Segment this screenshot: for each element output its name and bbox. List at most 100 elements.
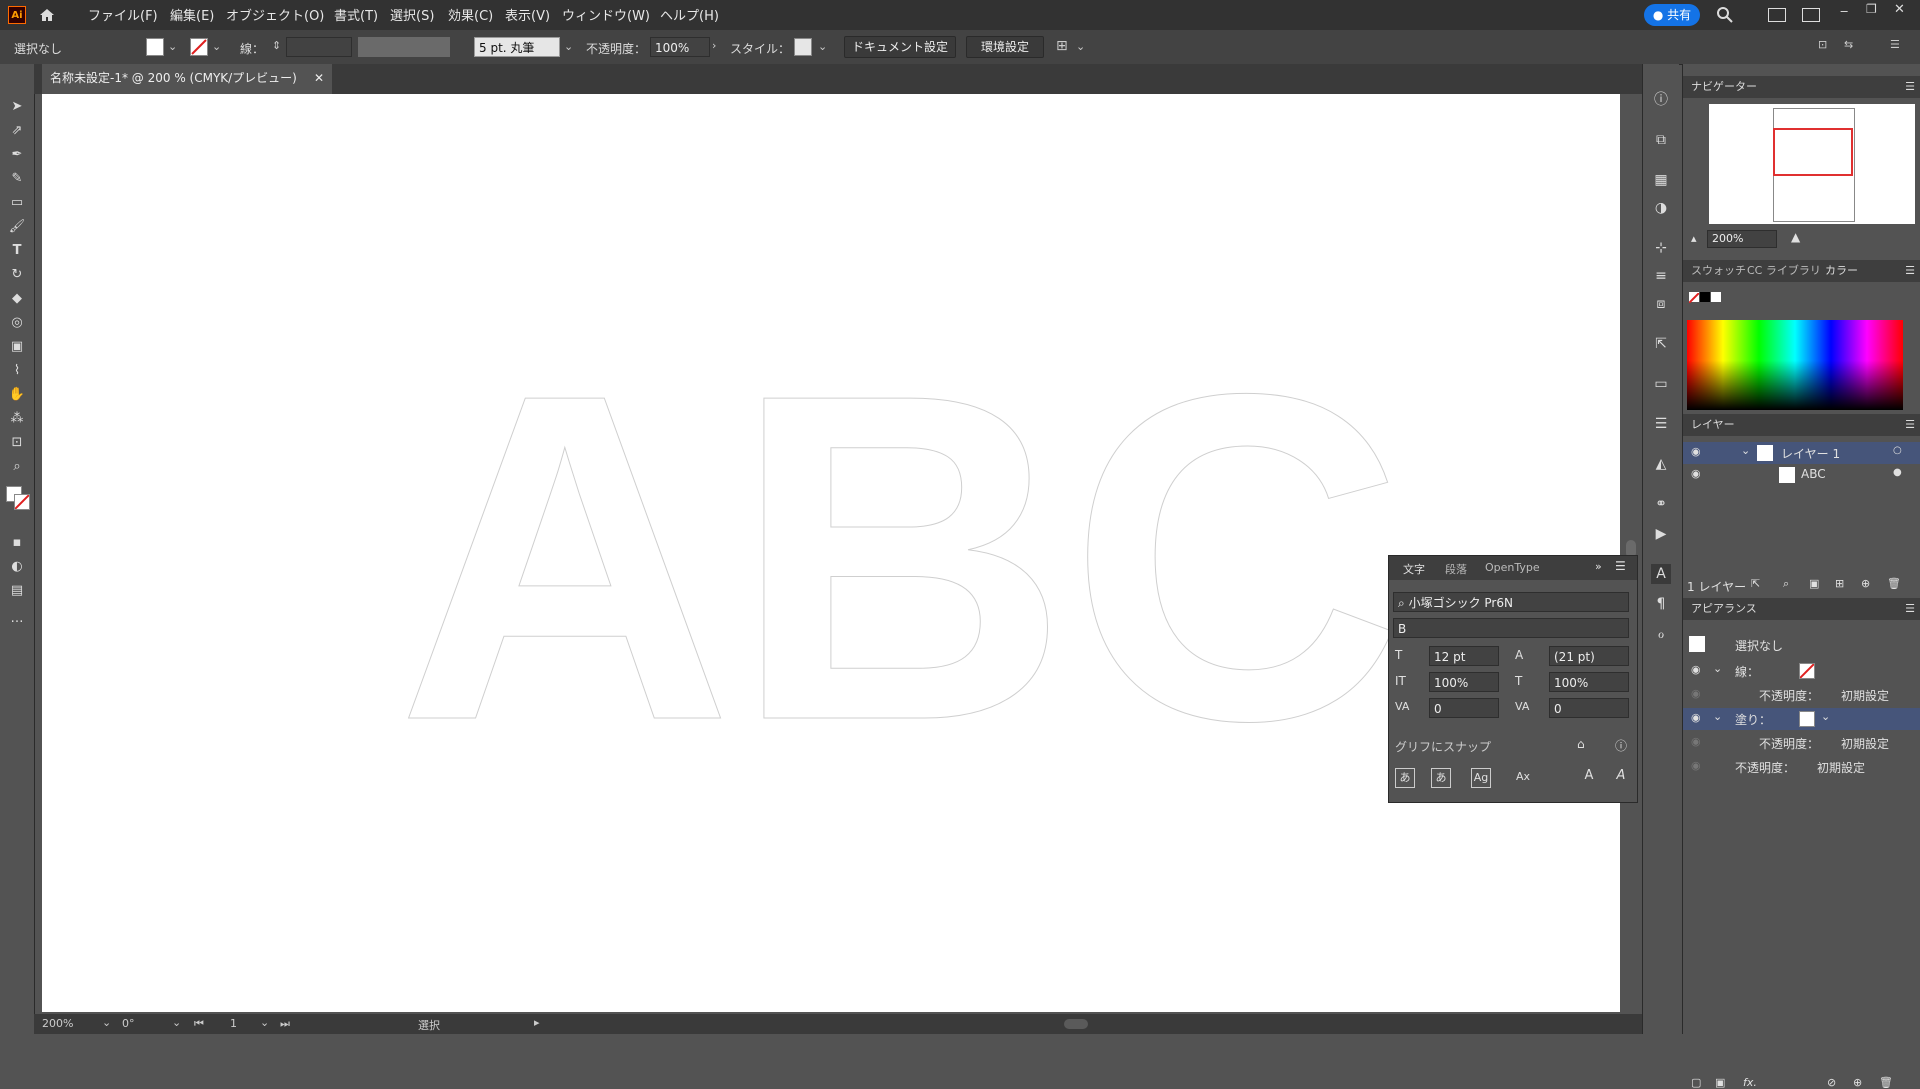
pen-tool-icon[interactable]: ✒ [8, 146, 26, 164]
white-swatch[interactable] [1711, 292, 1721, 302]
color-spectrum[interactable] [1687, 320, 1903, 410]
paragraph-icon[interactable]: ¶ [1651, 594, 1671, 614]
fill-opacity-value[interactable]: 初期設定 [1841, 735, 1889, 752]
zoom-out-icon[interactable]: ▴ [1691, 232, 1697, 245]
chevron-down-icon[interactable]: ⌄ [172, 1016, 181, 1029]
layer-name[interactable]: ABC [1801, 467, 1826, 481]
appearance-fill-row[interactable]: ◉ ⌄ 塗り： ⌄ [1683, 708, 1920, 730]
menu-effect[interactable]: 効果(C) [448, 5, 493, 24]
menu-view[interactable]: 表示(V) [505, 5, 550, 24]
restore-icon[interactable]: ❐ [1866, 2, 1877, 16]
close-icon[interactable]: ✕ [1894, 2, 1905, 17]
eraser-tool-icon[interactable]: ◆ [8, 290, 26, 308]
paintbrush-tool-icon[interactable]: 🖌 [8, 218, 26, 236]
chevron-down-icon[interactable]: ⌄ [1713, 662, 1722, 675]
gradient-icon[interactable]: ▦ [1651, 170, 1671, 190]
eye-icon[interactable]: ◉ [1691, 663, 1701, 676]
transform-panel-icon[interactable]: ⊹ [1651, 238, 1671, 258]
home-icon[interactable] [38, 6, 56, 24]
opentype-icon[interactable]: ℴ [1651, 624, 1671, 644]
tab-opentype[interactable]: OpenType [1485, 561, 1540, 574]
comments-icon[interactable]: ▭ [1651, 374, 1671, 394]
vertical-scale-field[interactable]: 100% [1429, 672, 1499, 692]
navigator-preview[interactable] [1709, 104, 1915, 224]
stroke-panel-icon[interactable]: ☰ [1651, 414, 1671, 434]
chevron-down-icon[interactable]: ⌄ [564, 40, 573, 53]
add-stroke-icon[interactable]: ▢ [1691, 1076, 1701, 1089]
export-icon[interactable]: ⇱ [1751, 577, 1760, 590]
screen-mode-icon[interactable]: ▤ [8, 582, 26, 600]
search-icon[interactable] [1716, 6, 1734, 28]
snap-angular-icon[interactable]: A [1579, 768, 1599, 788]
play-icon[interactable]: ▸ [534, 1016, 540, 1029]
collapse-panel-icon[interactable]: » [1595, 560, 1602, 573]
zoom-tool-icon[interactable]: ⌕ [8, 458, 26, 476]
transform-icon[interactable]: ⊡ [1818, 38, 1827, 51]
export-icon[interactable]: ⇱ [1651, 334, 1671, 354]
actions-icon[interactable]: ▶ [1651, 524, 1671, 544]
transform-icon[interactable]: ⧉ [1651, 130, 1671, 150]
shape-builder-tool-icon[interactable]: ◎ [8, 314, 26, 332]
panel-menu-icon[interactable]: ☰ [1905, 598, 1915, 620]
gradient-panel-icon[interactable]: ◭ [1651, 454, 1671, 474]
kerning-field[interactable]: 0 [1429, 698, 1499, 718]
links-icon[interactable]: ⚭ [1651, 494, 1671, 514]
opacity-value[interactable]: 初期設定 [1817, 759, 1865, 776]
snap-proximity-icon[interactable]: Ax [1513, 768, 1533, 788]
chevron-down-icon[interactable]: ⌄ [1821, 710, 1830, 723]
curvature-tool-icon[interactable]: ✎ [8, 170, 26, 188]
leading-field[interactable]: (21 pt) [1549, 646, 1629, 666]
snap-glyph-bounds-icon[interactable]: Ag [1471, 768, 1491, 788]
tab-paragraph[interactable]: 段落 [1445, 561, 1467, 577]
arrange-documents-icon[interactable] [1768, 8, 1786, 22]
eye-icon[interactable]: ◉ [1691, 735, 1701, 748]
glyph-icon[interactable]: ⌂ [1577, 737, 1585, 751]
stroke-swatch[interactable] [190, 38, 208, 56]
panel-menu-icon[interactable]: ☰ [1905, 260, 1915, 282]
minimize-icon[interactable]: ‒ [1840, 4, 1848, 19]
type-tool-icon[interactable]: T [8, 242, 26, 260]
opacity-field[interactable]: 100% [650, 37, 710, 57]
artboard-canvas[interactable]: ABC [42, 94, 1620, 1012]
panel-menu-icon[interactable]: ☰ [1905, 76, 1915, 98]
abc-outline-text[interactable]: ABC [397, 297, 1405, 818]
appearance-stroke-opacity-row[interactable]: ◉ 不透明度： 初期設定 [1683, 684, 1920, 706]
trash-icon[interactable]: 🗑 [1887, 577, 1901, 590]
search-icon[interactable]: ⌕ [1783, 577, 1789, 591]
snap-baseline-icon[interactable]: あ [1395, 768, 1415, 788]
layer-name[interactable]: レイヤー 1 [1781, 445, 1840, 462]
panel-menu-icon[interactable]: ☰ [1905, 414, 1915, 436]
zoom-level[interactable]: 200% [42, 1017, 73, 1030]
font-style-field[interactable]: B [1393, 618, 1629, 638]
black-swatch[interactable] [1700, 292, 1710, 302]
appearance-title[interactable]: アピアランス [1691, 602, 1757, 615]
character-icon[interactable]: A [1651, 564, 1671, 584]
chevron-right-icon[interactable]: › [712, 39, 716, 52]
brush-preset-field[interactable]: 5 pt. 丸筆 [474, 37, 560, 57]
navigator-zoom-field[interactable]: 200% [1707, 230, 1777, 248]
menu-window[interactable]: ウィンドウ(W) [562, 5, 650, 24]
tab-cc-libraries[interactable]: CC ライブラリ [1747, 260, 1821, 282]
new-layer-icon[interactable]: ⊕ [1861, 577, 1870, 590]
color-mode-icon[interactable]: ▪ [8, 534, 26, 552]
gradient-tool-icon[interactable]: ▣ [8, 338, 26, 356]
snap-anchor-icon[interactable]: A [1611, 768, 1631, 788]
duplicate-item-icon[interactable]: ⊕ [1853, 1076, 1862, 1089]
chevron-down-icon[interactable]: ⌄ [818, 40, 827, 53]
layer-row[interactable]: ◉ ABC ● [1683, 464, 1920, 486]
clipping-mask-icon[interactable]: ▣ [1809, 577, 1819, 590]
preferences-button[interactable]: 環境設定 [966, 36, 1044, 58]
none-swatch[interactable] [1688, 292, 1700, 304]
menu-object[interactable]: オブジェクト(O) [226, 5, 324, 24]
chevron-down-icon[interactable]: ⌄ [1741, 444, 1750, 457]
panel-menu-icon[interactable]: ☰ [1615, 559, 1626, 573]
eye-icon[interactable]: ◉ [1691, 711, 1701, 724]
selection-tool-icon[interactable]: ➤ [8, 98, 26, 116]
layer-row[interactable]: ◉ ⌄ レイヤー 1 ○ [1683, 442, 1920, 464]
direct-selection-tool-icon[interactable]: ⇗ [8, 122, 26, 140]
puppet-warp-tool-icon[interactable]: ✋ [8, 386, 26, 404]
rectangle-tool-icon[interactable]: ▭ [8, 194, 26, 212]
draw-mode-icon[interactable]: ◐ [8, 558, 26, 576]
chevron-down-icon[interactable]: ⌄ [168, 40, 177, 53]
artboard-tool-icon[interactable]: ⊡ [8, 434, 26, 452]
